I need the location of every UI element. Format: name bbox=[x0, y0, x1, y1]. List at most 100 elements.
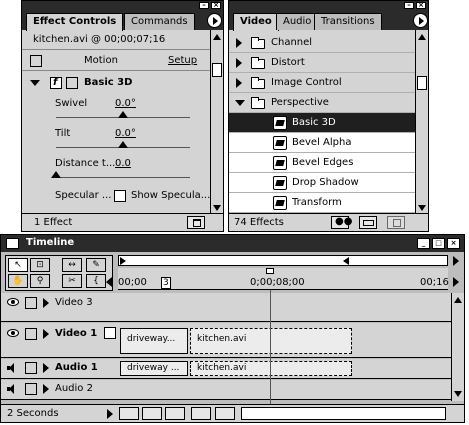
keyframe-toggle[interactable] bbox=[66, 77, 78, 89]
tab-transitions[interactable]: Transitions bbox=[314, 13, 382, 30]
new-folder-icon[interactable] bbox=[359, 216, 377, 229]
tab-audio[interactable]: Audio bbox=[276, 13, 319, 30]
zoom-tool-icon[interactable]: ⚲ bbox=[30, 274, 50, 288]
param-value[interactable]: 0.0° bbox=[115, 128, 136, 139]
effect-item[interactable]: Bevel Edges bbox=[229, 153, 416, 173]
show-specular-checkbox[interactable] bbox=[114, 190, 126, 202]
folder-row[interactable]: Channel bbox=[229, 33, 416, 53]
effect-item[interactable]: Transform bbox=[229, 193, 416, 213]
trash-icon[interactable] bbox=[187, 216, 205, 229]
maximize-button[interactable]: □ bbox=[432, 238, 445, 249]
scroll-down-icon[interactable] bbox=[417, 203, 427, 213]
folder-row[interactable]: Perspective bbox=[229, 93, 416, 113]
effect-enable-toggle[interactable]: f bbox=[50, 77, 62, 89]
track-select-tool-icon[interactable]: ↔ bbox=[62, 258, 82, 272]
effect-item[interactable]: Drop Shadow bbox=[229, 173, 416, 193]
palette-titlebar[interactable]: – × bbox=[22, 1, 223, 10]
effect-item[interactable]: Basic 3D bbox=[229, 113, 416, 133]
lock-toggle[interactable] bbox=[25, 297, 37, 309]
scroll-down-icon[interactable] bbox=[453, 389, 463, 399]
range-select-tool-icon[interactable]: ⊡ bbox=[30, 258, 50, 272]
clip-kitchen[interactable]: kitchen.avi bbox=[190, 328, 352, 354]
expand-icon[interactable] bbox=[236, 78, 242, 88]
scroll-thumb[interactable] bbox=[417, 76, 427, 90]
minimize-button[interactable]: – bbox=[199, 2, 209, 9]
param-slider-track[interactable] bbox=[56, 177, 190, 178]
work-area-bar[interactable] bbox=[118, 255, 448, 266]
find-binoculars-icon[interactable]: ●● bbox=[331, 216, 352, 229]
toggle-edge-view-icon[interactable] bbox=[215, 407, 235, 420]
scroll-up-icon[interactable] bbox=[417, 32, 427, 42]
scroll-up-icon[interactable] bbox=[212, 32, 222, 42]
lock-toggle[interactable] bbox=[25, 383, 37, 395]
time-ruler[interactable]: 00;00 0;00;08;00 00;16 3 bbox=[118, 268, 449, 290]
panel-menu-icon[interactable] bbox=[413, 13, 428, 28]
param-slider-thumb[interactable] bbox=[118, 111, 128, 118]
clip-driveway-audio[interactable]: driveway ... bbox=[120, 361, 188, 376]
scroll-right-icon[interactable] bbox=[453, 256, 459, 266]
expand-icon[interactable] bbox=[236, 38, 242, 48]
work-area-end-marker[interactable] bbox=[343, 257, 349, 265]
close-button[interactable]: × bbox=[211, 2, 221, 9]
panel-menu-icon[interactable] bbox=[207, 13, 222, 28]
clip-driveway[interactable]: driveway... bbox=[120, 328, 188, 354]
toggle-shift-tracks-icon[interactable] bbox=[165, 407, 185, 420]
effects-scrollbar[interactable] bbox=[415, 30, 428, 215]
trash-icon[interactable] bbox=[387, 216, 405, 229]
folder-row[interactable]: Image Control bbox=[229, 73, 416, 93]
motion-enable-toggle[interactable] bbox=[30, 55, 42, 67]
hand-tool-icon[interactable]: ✋ bbox=[8, 274, 28, 288]
timeline-scrollbar-h[interactable] bbox=[241, 407, 446, 420]
expand-icon[interactable] bbox=[236, 58, 242, 68]
marker-3[interactable]: 3 bbox=[161, 277, 171, 289]
rolling-edit-tool-icon[interactable]: ✂ bbox=[62, 274, 82, 288]
param-slider-thumb[interactable] bbox=[51, 171, 61, 178]
transition-track-icon[interactable] bbox=[104, 327, 116, 339]
close-button[interactable]: × bbox=[416, 2, 426, 9]
tab-video[interactable]: Video bbox=[233, 13, 279, 31]
eye-icon[interactable] bbox=[7, 329, 19, 337]
lock-toggle[interactable] bbox=[25, 362, 37, 374]
toggle-snap-icon[interactable] bbox=[142, 407, 162, 420]
collapse-effect-icon[interactable] bbox=[30, 80, 40, 86]
toggle-sync-icon[interactable] bbox=[191, 407, 211, 420]
setup-link[interactable]: Setup bbox=[168, 55, 197, 66]
eye-icon[interactable] bbox=[7, 298, 19, 306]
minimize-button[interactable]: – bbox=[404, 2, 414, 9]
zoom-level[interactable]: 2 Seconds bbox=[7, 408, 59, 419]
timeline-titlebar[interactable]: Timeline _ □ × bbox=[1, 235, 464, 252]
razor-tool-icon[interactable]: ✎ bbox=[86, 258, 106, 272]
scroll-down-icon[interactable] bbox=[212, 203, 222, 213]
param-value[interactable]: 0.0 bbox=[115, 158, 131, 169]
lock-toggle[interactable] bbox=[25, 328, 37, 340]
param-value[interactable]: 0.0° bbox=[115, 98, 136, 109]
scroll-thumb[interactable] bbox=[212, 63, 222, 77]
effect-controls-scrollbar[interactable] bbox=[210, 30, 223, 215]
palette-titlebar[interactable]: – × bbox=[229, 1, 428, 10]
close-button[interactable]: × bbox=[447, 238, 460, 249]
expand-track-icon[interactable] bbox=[43, 363, 49, 373]
param-slider-thumb[interactable] bbox=[118, 141, 128, 148]
speaker-icon[interactable] bbox=[7, 363, 19, 373]
work-area-start-marker[interactable] bbox=[120, 257, 126, 265]
scroll-up-icon[interactable] bbox=[453, 295, 463, 305]
expand-track-icon[interactable] bbox=[43, 384, 49, 394]
tab-effect-controls[interactable]: Effect Controls bbox=[26, 13, 124, 31]
zoom-menu-icon[interactable] bbox=[107, 409, 113, 419]
ruler-left-arrow[interactable] bbox=[106, 277, 112, 287]
minimize-button[interactable]: _ bbox=[417, 238, 430, 249]
speaker-icon[interactable] bbox=[7, 384, 19, 394]
effect-item[interactable]: Bevel Alpha bbox=[229, 133, 416, 153]
folder-row[interactable]: Distort bbox=[229, 53, 416, 73]
clip-kitchen-audio[interactable]: kitchen.avi bbox=[190, 361, 352, 376]
collapse-icon[interactable] bbox=[235, 100, 245, 106]
expand-track-icon[interactable] bbox=[43, 298, 49, 308]
timeline-scrollbar[interactable] bbox=[451, 293, 464, 401]
marker-tool-icon[interactable]: { bbox=[86, 274, 106, 288]
selection-tool-icon[interactable]: ↖ bbox=[8, 258, 28, 272]
expand-track-icon[interactable] bbox=[43, 329, 49, 339]
track-options-icon[interactable] bbox=[119, 407, 139, 420]
playhead-handle[interactable] bbox=[266, 268, 274, 274]
tab-commands[interactable]: Commands bbox=[124, 13, 195, 30]
ruler-right-arrow-icon[interactable] bbox=[453, 277, 459, 287]
